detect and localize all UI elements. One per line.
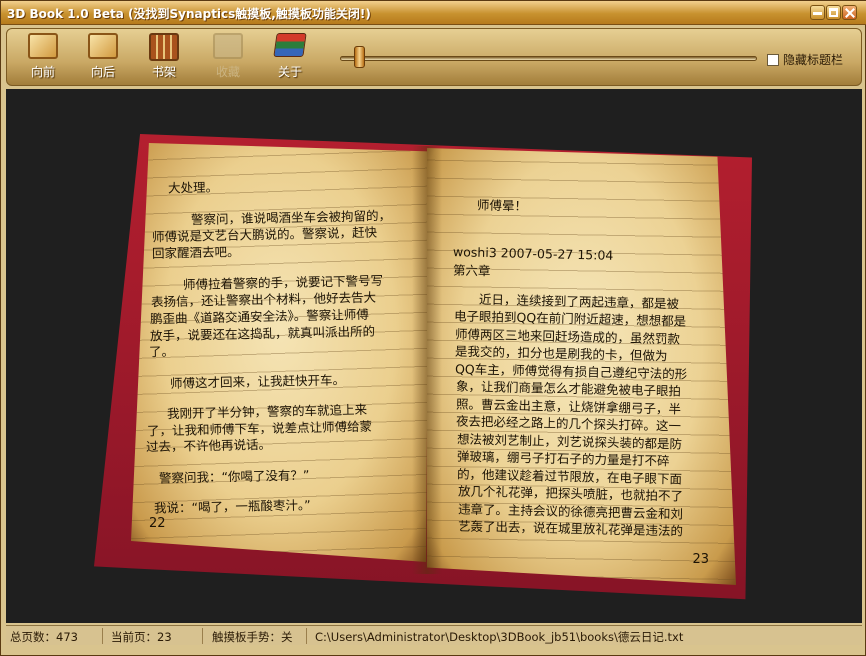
books-stack-icon: [273, 33, 307, 57]
left-page-number: 22: [149, 516, 166, 531]
status-divider: [306, 628, 307, 644]
window-title: 3D Book 1.0 Beta (没找到Synaptics触摸板,触摸板功能关…: [7, 7, 371, 21]
page-slider-track[interactable]: [340, 56, 757, 61]
page-back-button[interactable]: 向前: [19, 33, 67, 80]
close-icon: [845, 8, 854, 17]
touchpad-gesture-status: 触摸板手势：关: [212, 630, 293, 644]
text-line: woshi3 2007-05-27 15:04: [452, 243, 614, 263]
total-pages-status: 总页数：473: [10, 630, 78, 644]
title-bar[interactable]: 3D Book 1.0 Beta (没找到Synaptics触摸板,触摸板功能关…: [1, 1, 866, 25]
minimize-button[interactable]: [810, 5, 825, 20]
bookmark-add-button[interactable]: 收藏: [204, 33, 252, 80]
page-back-icon: [28, 33, 58, 59]
text-line: 回家醒酒去吧。: [151, 243, 240, 261]
hide-title-checkbox[interactable]: 隐藏标题栏: [767, 51, 843, 68]
bookshelf-icon: [149, 33, 179, 61]
book-spine: [412, 146, 442, 574]
bookshelf-label: 书架: [151, 65, 176, 79]
text-line: 师傅这才回来，让我赶快开车。: [169, 371, 346, 391]
status-bar: 总页数：473 当前页：23 触摸板手势：关 C:\Users\Administ…: [6, 625, 862, 645]
text-line: 师傅晕！: [476, 197, 528, 214]
toolbar: 向前 向后 书架 收藏 关于 隐藏标题栏: [6, 28, 862, 86]
close-button[interactable]: [842, 5, 857, 20]
hide-title-label: 隐藏标题栏: [783, 53, 844, 67]
open-book[interactable]: 大处理。 警察问，谁说喝酒坐车会被拘留的， 师傅说是文艺台大鹏说的。警察说，赶快 回家…: [94, 134, 752, 604]
page-forward-label: 向后: [90, 65, 115, 79]
text-line: 大处理。: [167, 179, 219, 196]
text-line: 过去，不许他再说话。: [146, 437, 272, 455]
left-page[interactable]: 大处理。 警察问，谁说喝酒坐车会被拘留的， 师傅说是文艺台大鹏说的。警察说，赶快 回家…: [131, 143, 429, 562]
file-path-status: C:\Users\Administrator\Desktop\3DBook_jb…: [315, 630, 684, 644]
checkbox-box[interactable]: [767, 53, 779, 66]
maximize-button[interactable]: [826, 5, 841, 20]
page-back-label: 向前: [30, 65, 55, 79]
right-page-number: 23: [692, 552, 709, 567]
text-line: 了。: [148, 343, 175, 359]
about-button[interactable]: 关于: [266, 33, 314, 80]
text-line: 我说：“喝了，一瓶酸枣汁。”: [154, 497, 312, 516]
bookshelf-button[interactable]: 书架: [140, 33, 188, 80]
app-window: 3D Book 1.0 Beta (没找到Synaptics触摸板,触摸板功能关…: [0, 0, 866, 656]
page-slider-thumb[interactable]: [354, 46, 365, 68]
text-line: 第六章: [453, 262, 491, 279]
minimize-icon: [813, 7, 822, 15]
text-line: 警察问我：“你喝了没有？”: [159, 467, 310, 486]
about-label: 关于: [277, 65, 302, 79]
maximize-icon: [829, 8, 838, 17]
status-divider: [102, 628, 103, 644]
bookmark-add-label: 收藏: [215, 65, 240, 79]
page-forward-button[interactable]: 向后: [79, 33, 127, 80]
status-divider: [202, 628, 203, 644]
right-page[interactable]: 师傅晕！ woshi3 2007-05-27 15:04 第六章 近日，连续接到了两起…: [427, 148, 736, 585]
page-forward-icon: [88, 33, 118, 59]
bookmark-add-icon: [213, 33, 243, 59]
current-page-status: 当前页：23: [111, 630, 172, 644]
